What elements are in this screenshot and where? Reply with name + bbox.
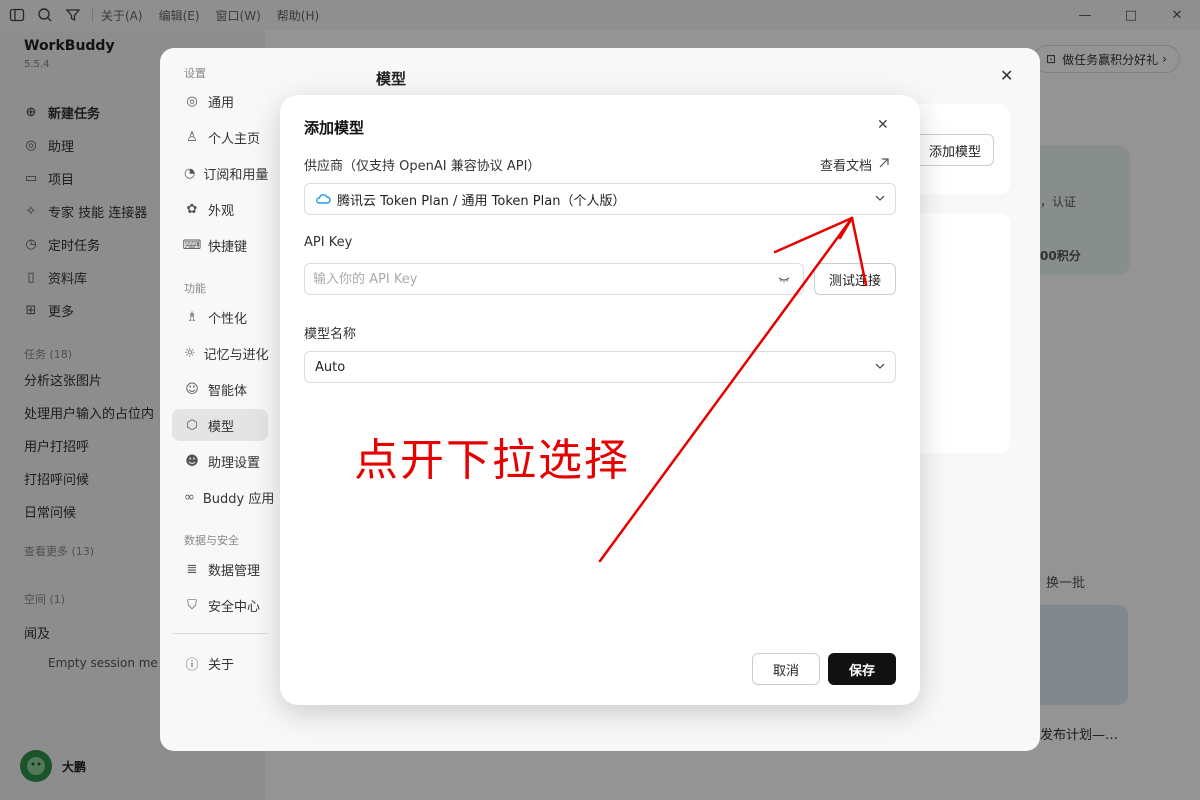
- model-icon: ⬡: [186, 417, 198, 433]
- add-model-dialog: 添加模型 ✕ 供应商（仅支持 OpenAI 兼容协议 API） 查看文档 腾讯云…: [280, 95, 920, 705]
- palette-icon: ✿: [186, 201, 198, 217]
- dialog-title: 添加模型: [304, 119, 365, 137]
- settings-item-label: 个人主页: [208, 131, 261, 147]
- section-features: 功能: [184, 282, 206, 295]
- settings-item-label: 外观: [208, 203, 235, 219]
- settings-item-personalize[interactable]: ♗ 个性化: [172, 301, 268, 333]
- settings-close-icon[interactable]: ✕: [1000, 66, 1013, 85]
- add-model-button[interactable]: 添加模型: [916, 134, 994, 166]
- cancel-button[interactable]: 取消: [752, 653, 820, 685]
- settings-page-title: 模型: [376, 70, 407, 88]
- general-icon: ◎: [186, 93, 198, 109]
- api-key-input[interactable]: [313, 271, 753, 287]
- annotation-text: 点开下拉选择: [354, 435, 630, 486]
- divider: [172, 633, 268, 634]
- user-icon: ♙: [186, 129, 198, 145]
- test-connection-button[interactable]: 测试连接: [814, 263, 896, 295]
- view-docs-label: 查看文档: [820, 159, 873, 174]
- bulb-icon: ☼: [184, 345, 196, 361]
- settings-item-label: 通用: [208, 95, 235, 111]
- provider-select[interactable]: 腾讯云 Token Plan / 通用 Token Plan（个人版）: [304, 183, 896, 215]
- api-key-label: API Key: [304, 235, 353, 250]
- settings-item-subscription[interactable]: ◔ 订阅和用量: [172, 157, 268, 189]
- provider-selected-value: 腾讯云 Token Plan / 通用 Token Plan（个人版）: [337, 193, 626, 209]
- settings-item-appearance[interactable]: ✿ 外观: [172, 193, 268, 225]
- external-link-icon: [878, 157, 890, 173]
- bot-icon: ☺: [185, 381, 199, 397]
- save-button[interactable]: 保存: [828, 653, 896, 685]
- keyboard-icon: ⌨: [182, 237, 202, 253]
- settings-item-about[interactable]: ⓘ 关于: [172, 647, 268, 679]
- settings-item-model[interactable]: ⬡ 模型: [172, 409, 268, 441]
- pie-icon: ◔: [184, 165, 196, 181]
- settings-item-data[interactable]: ≣ 数据管理: [172, 553, 268, 585]
- settings-item-agents[interactable]: ☺ 智能体: [172, 373, 268, 405]
- settings-item-label: 数据管理: [208, 563, 261, 579]
- settings-item-profile[interactable]: ♙ 个人主页: [172, 121, 268, 153]
- link-icon: ∞: [184, 489, 195, 505]
- eye-closed-icon[interactable]: [777, 272, 791, 290]
- settings-item-label: 关于: [208, 657, 235, 673]
- settings-item-memory[interactable]: ☼ 记忆与进化: [172, 337, 269, 369]
- settings-item-label: 模型: [208, 419, 235, 435]
- settings-item-label: 订阅和用量: [203, 167, 269, 183]
- close-icon[interactable]: ✕: [877, 117, 889, 133]
- chevron-down-icon: [873, 359, 887, 377]
- settings-item-label: 快捷键: [208, 239, 248, 255]
- model-name-select[interactable]: Auto: [304, 351, 896, 383]
- section-data-security: 数据与安全: [184, 534, 239, 547]
- settings-item-assistant[interactable]: ☻ 助理设置: [172, 445, 268, 477]
- settings-item-shortcuts[interactable]: ⌨ 快捷键: [172, 229, 268, 261]
- settings-item-general[interactable]: ◎ 通用: [172, 85, 268, 117]
- settings-item-label: 个性化: [208, 311, 248, 327]
- info-icon: ⓘ: [185, 657, 199, 673]
- settings-item-security[interactable]: ⛉ 安全中心: [172, 589, 268, 621]
- model-name-selected-value: Auto: [315, 359, 346, 375]
- settings-item-label: 智能体: [208, 383, 248, 399]
- chevron-down-icon: [873, 191, 887, 209]
- provider-label: 供应商（仅支持 OpenAI 兼容协议 API）: [304, 159, 541, 174]
- settings-item-label: 助理设置: [208, 455, 261, 471]
- settings-item-label: Buddy 应用: [202, 491, 275, 507]
- tencent-cloud-icon: [315, 193, 331, 205]
- shield-icon: ⛉: [187, 597, 197, 613]
- database-icon: ≣: [186, 561, 198, 577]
- settings-item-label: 安全中心: [208, 599, 261, 615]
- person-icon: ♗: [186, 309, 198, 325]
- api-key-field[interactable]: [304, 263, 804, 295]
- view-docs-link[interactable]: 查看文档: [820, 155, 890, 174]
- assistant-settings-icon: ☻: [185, 453, 199, 469]
- settings-item-label: 记忆与进化: [203, 347, 269, 363]
- model-name-label: 模型名称: [304, 327, 357, 342]
- section-settings: 设置: [184, 67, 206, 80]
- settings-item-buddy-app[interactable]: ∞ Buddy 应用: [172, 481, 274, 513]
